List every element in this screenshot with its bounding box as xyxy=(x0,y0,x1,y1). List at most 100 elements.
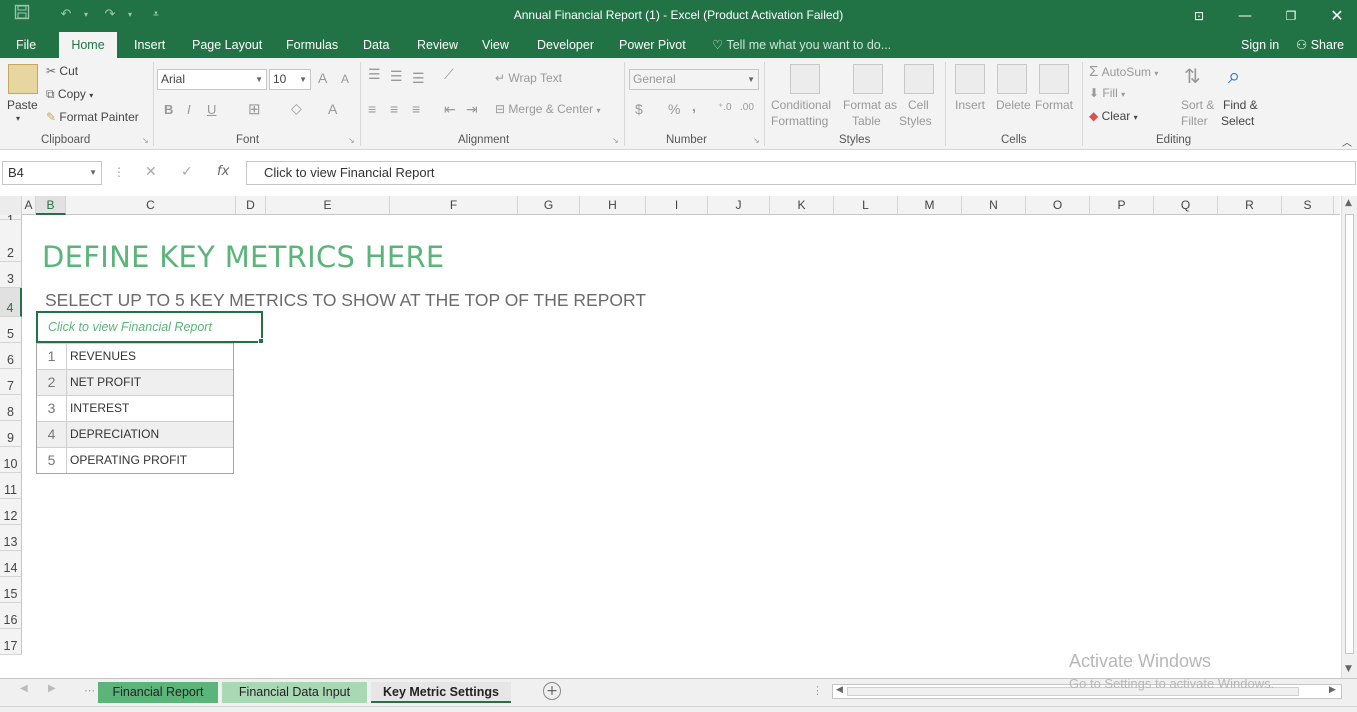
format-painter-button[interactable]: ✎ Format Painter xyxy=(46,110,139,124)
column-header[interactable]: N xyxy=(962,196,1026,215)
row-header[interactable]: 9 xyxy=(0,421,22,447)
font-launcher-icon[interactable]: ↘ xyxy=(348,136,355,145)
insert-function-icon[interactable]: fx xyxy=(217,164,229,179)
scroll-left-icon[interactable]: ◀ xyxy=(836,685,843,695)
scroll-right-icon[interactable]: ▶ xyxy=(1329,685,1336,695)
conditional-formatting-button[interactable]: Conditional xyxy=(771,98,831,112)
next-sheet-icon[interactable]: ▶ xyxy=(48,683,56,694)
row-header[interactable]: 13 xyxy=(0,525,22,551)
tab-home[interactable]: Home xyxy=(59,32,117,58)
font-name-select[interactable]: Arial ▼ xyxy=(157,69,267,90)
row-header[interactable]: 8 xyxy=(0,395,22,421)
selected-cell-b4[interactable]: Click to view Financial Report xyxy=(36,311,263,343)
font-color-button[interactable]: A xyxy=(328,101,337,117)
tab-split-icon[interactable]: ⋮ xyxy=(812,684,823,697)
increase-decimal-icon[interactable]: ⁺.0 xyxy=(718,102,732,113)
tab-review[interactable]: Review xyxy=(407,32,468,58)
row-header[interactable]: 14 xyxy=(0,551,22,577)
italic-button[interactable]: I xyxy=(187,102,191,117)
metric-row[interactable]: 5 OPERATING PROFIT xyxy=(37,447,233,473)
vertical-scrollbar[interactable]: ▲ ▼ xyxy=(1341,196,1357,678)
scroll-thumb[interactable] xyxy=(1345,214,1354,654)
copy-button[interactable]: ⧉ Copy ▾ xyxy=(46,87,93,102)
bold-button[interactable]: B xyxy=(164,102,173,117)
fill-button[interactable]: ⬇ Fill ▾ xyxy=(1089,86,1125,100)
share-button[interactable]: ⚇ Share xyxy=(1286,32,1354,58)
tab-data[interactable]: Data xyxy=(353,32,399,58)
shrink-font-button[interactable]: A xyxy=(341,72,349,86)
tab-developer[interactable]: Developer xyxy=(527,32,604,58)
column-header[interactable]: A xyxy=(22,196,36,215)
column-header[interactable]: B xyxy=(36,196,66,215)
decrease-decimal-icon[interactable]: .00 xyxy=(740,102,754,113)
autosum-button[interactable]: Σ AutoSum ▾ xyxy=(1089,63,1158,80)
column-header[interactable]: L xyxy=(834,196,898,215)
add-sheet-icon[interactable]: + xyxy=(543,682,561,700)
number-launcher-icon[interactable]: ↘ xyxy=(753,136,760,145)
tab-file[interactable]: File xyxy=(6,32,46,58)
row-header[interactable]: 4 xyxy=(0,288,22,317)
row-header[interactable]: 7 xyxy=(0,369,22,395)
column-header[interactable]: K xyxy=(770,196,834,215)
align-top-icon[interactable]: ☰ xyxy=(368,66,381,83)
enter-icon[interactable]: ✓ xyxy=(181,164,193,180)
tab-view[interactable]: View xyxy=(472,32,519,58)
row-header[interactable]: 12 xyxy=(0,499,22,525)
ribbon-display-icon[interactable]: ⊡ xyxy=(1176,0,1222,32)
paste-button[interactable]: Paste xyxy=(7,98,38,112)
scroll-up-icon[interactable]: ▲ xyxy=(1345,198,1352,208)
align-middle-icon[interactable]: ☰ xyxy=(390,68,403,85)
align-center-icon[interactable]: ≡ xyxy=(390,101,398,117)
column-header[interactable]: P xyxy=(1090,196,1154,215)
orientation-icon[interactable]: ⟋ xyxy=(444,66,454,83)
row-header[interactable]: 2 xyxy=(0,220,22,262)
column-header[interactable]: O xyxy=(1026,196,1090,215)
collapse-ribbon-icon[interactable]: ︿ xyxy=(1342,134,1352,149)
fill-handle[interactable] xyxy=(258,338,264,344)
metric-row[interactable]: 1 REVENUES xyxy=(37,343,233,369)
name-box[interactable]: B4 ▼ xyxy=(2,161,102,185)
alignment-launcher-icon[interactable]: ↘ xyxy=(612,136,619,145)
percent-button[interactable]: % xyxy=(668,101,680,117)
align-left-icon[interactable]: ≡ xyxy=(368,101,376,117)
currency-button[interactable]: $ xyxy=(635,101,643,117)
row-header[interactable]: 17 xyxy=(0,629,22,655)
find-select-button[interactable]: Find & xyxy=(1223,98,1258,112)
prev-sheet-icon[interactable]: ◀ xyxy=(20,683,28,694)
font-size-select[interactable]: 10 ▼ xyxy=(269,69,311,90)
clear-button[interactable]: ◆ Clear ▾ xyxy=(1089,109,1138,123)
metric-row[interactable]: 2 NET PROFIT xyxy=(37,369,233,395)
insert-cells-button[interactable]: Insert xyxy=(955,98,985,112)
decrease-indent-icon[interactable]: ⇤ xyxy=(444,101,456,118)
select-all-corner[interactable] xyxy=(0,196,22,215)
minimize-icon[interactable]: — xyxy=(1222,0,1268,32)
close-icon[interactable]: ✕ xyxy=(1314,0,1357,32)
sheet-tab-key-metric-settings[interactable]: Key Metric Settings xyxy=(371,682,511,703)
paste-icon[interactable] xyxy=(8,64,38,94)
column-header[interactable]: I xyxy=(646,196,708,215)
cell-styles-button[interactable]: Cell xyxy=(908,98,929,112)
metric-row[interactable]: 3 INTEREST xyxy=(37,395,233,421)
comma-button[interactable]: , xyxy=(692,98,696,114)
column-header[interactable]: M xyxy=(898,196,962,215)
row-header[interactable]: 15 xyxy=(0,577,22,603)
fill-color-icon[interactable]: ◇ xyxy=(291,100,302,117)
merge-center-button[interactable]: ⊟ Merge & Center ▾ xyxy=(495,102,600,116)
format-as-table-button[interactable]: Format as xyxy=(843,98,897,112)
column-header[interactable]: D xyxy=(236,196,266,215)
underline-button[interactable]: U xyxy=(207,102,216,117)
column-header[interactable]: H xyxy=(580,196,646,215)
sheet-tab-financial-data-input[interactable]: Financial Data Input xyxy=(222,682,367,703)
row-header[interactable]: 10 xyxy=(0,447,22,473)
column-header[interactable]: Q xyxy=(1154,196,1218,215)
cut-button[interactable]: ✂ Cut xyxy=(46,64,78,78)
borders-icon[interactable]: ⊞ xyxy=(248,100,261,118)
cancel-icon[interactable]: ✕ xyxy=(145,164,157,180)
column-header[interactable]: C xyxy=(66,196,236,215)
tab-page-layout[interactable]: Page Layout xyxy=(182,32,272,58)
increase-indent-icon[interactable]: ⇥ xyxy=(466,101,478,118)
row-header[interactable]: 6 xyxy=(0,343,22,369)
format-cells-button[interactable]: Format xyxy=(1035,98,1073,112)
column-header[interactable]: E xyxy=(266,196,390,215)
row-header[interactable]: 3 xyxy=(0,262,22,288)
